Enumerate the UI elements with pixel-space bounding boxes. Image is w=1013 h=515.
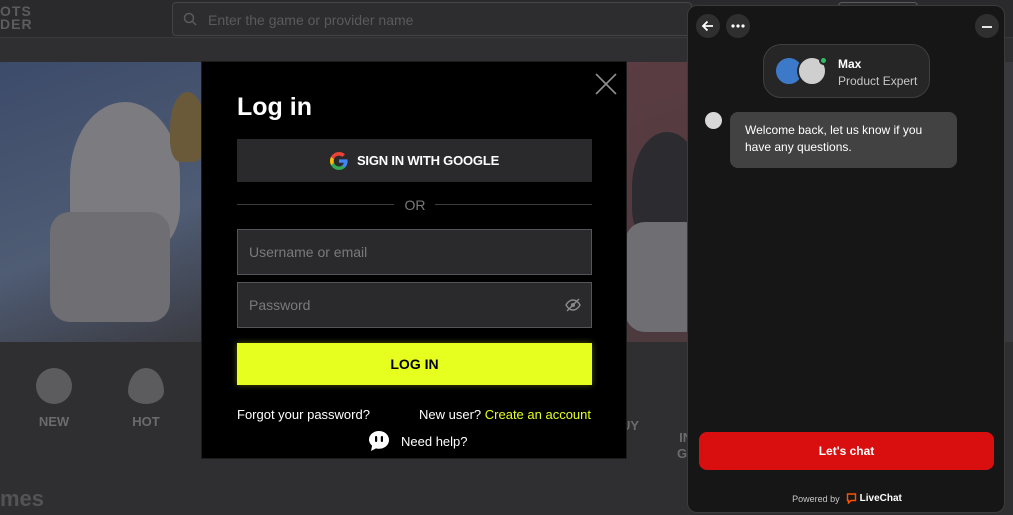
login-submit-button[interactable]: LOG IN (237, 343, 592, 385)
chat-minimize-button[interactable] (975, 14, 999, 38)
need-help-button[interactable]: Need help? (368, 430, 468, 452)
forgot-password-link[interactable]: Forgot your password? (237, 407, 370, 422)
site-logo[interactable]: OTS DER (0, 4, 40, 32)
category-new-label: NEW (38, 414, 70, 429)
chat-more-button[interactable] (726, 14, 750, 38)
arrow-left-icon (701, 20, 713, 32)
livechat-logo-icon (846, 493, 856, 504)
search-icon (183, 12, 197, 26)
username-field-wrap (237, 229, 592, 275)
planet-icon (36, 368, 72, 404)
lets-chat-button[interactable]: Let's chat (699, 432, 994, 470)
google-icon (329, 151, 348, 170)
message-avatar (705, 112, 722, 129)
google-signin-button[interactable]: SIGN IN WITH GOOGLE (237, 139, 592, 182)
eye-off-icon[interactable] (565, 298, 581, 312)
category-hot-label: HOT (132, 414, 160, 429)
chat-bubble-icon (369, 431, 389, 451)
games-heading: mes (0, 486, 45, 511)
new-user-row: New user? Create an account (419, 407, 591, 422)
need-help-label: Need help? (401, 433, 468, 449)
login-title: Log in (237, 93, 312, 121)
character-body-art (50, 212, 170, 322)
site-search-box[interactable]: Enter the game or provider name (172, 2, 692, 36)
powered-by-footer[interactable]: Powered by LiveChat (688, 493, 1004, 504)
livechat-brand: LiveChat (859, 493, 902, 504)
close-icon[interactable] (594, 72, 618, 96)
agent-role: Product Expert (838, 74, 918, 88)
online-status-dot (819, 56, 828, 65)
google-signin-label: SIGN IN WITH GOOGLE (356, 153, 500, 168)
lets-chat-label: Let's chat (818, 444, 875, 458)
agent-name: Max (838, 57, 862, 71)
category-hot[interactable]: HOT (116, 368, 176, 429)
login-submit-label: LOG IN (390, 356, 439, 372)
category-new[interactable]: NEW (24, 368, 84, 429)
livechat-widget: Max Product Expert Welcome back, let us … (687, 5, 1005, 513)
minimize-icon (982, 26, 992, 28)
more-dots-icon (731, 24, 745, 28)
login-modal: Log in SIGN IN WITH GOOGLE OR LOG IN For… (201, 61, 627, 459)
password-input[interactable] (238, 283, 591, 327)
welcome-message: Welcome back, let us know if you have an… (730, 112, 957, 168)
new-user-text: New user? (419, 407, 482, 422)
flame-icon (128, 368, 164, 404)
username-input[interactable] (238, 230, 591, 274)
chat-back-button[interactable] (696, 14, 720, 38)
powered-by-text: Powered by (792, 493, 840, 504)
divider-right (435, 204, 592, 205)
create-account-link[interactable]: Create an account (485, 407, 591, 422)
password-field-wrap (237, 282, 592, 328)
site-logo-line2: DER (0, 16, 33, 32)
divider-or: OR (404, 197, 426, 213)
agent-card: Max Product Expert (763, 44, 930, 98)
site-search-placeholder: Enter the game or provider name (208, 12, 414, 28)
trophy-art (170, 92, 205, 162)
divider-left (237, 204, 394, 205)
